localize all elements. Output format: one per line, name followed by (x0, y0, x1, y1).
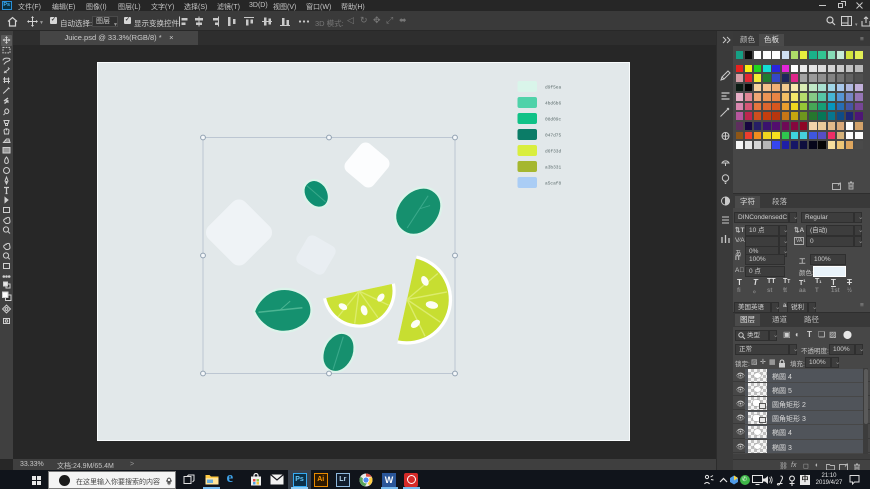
svg-text:d6f33d: d6f33d (545, 149, 562, 155)
svg-text:08d09c: 08d09c (545, 117, 562, 123)
svg-text:a3b331: a3b331 (545, 165, 562, 171)
svg-text:4bd6b6: 4bd6b6 (545, 101, 562, 107)
svg-text:047d75: 047d75 (545, 133, 562, 139)
svg-text:d9f5ea: d9f5ea (545, 85, 562, 91)
svg-text:a5caf8: a5caf8 (545, 181, 562, 187)
